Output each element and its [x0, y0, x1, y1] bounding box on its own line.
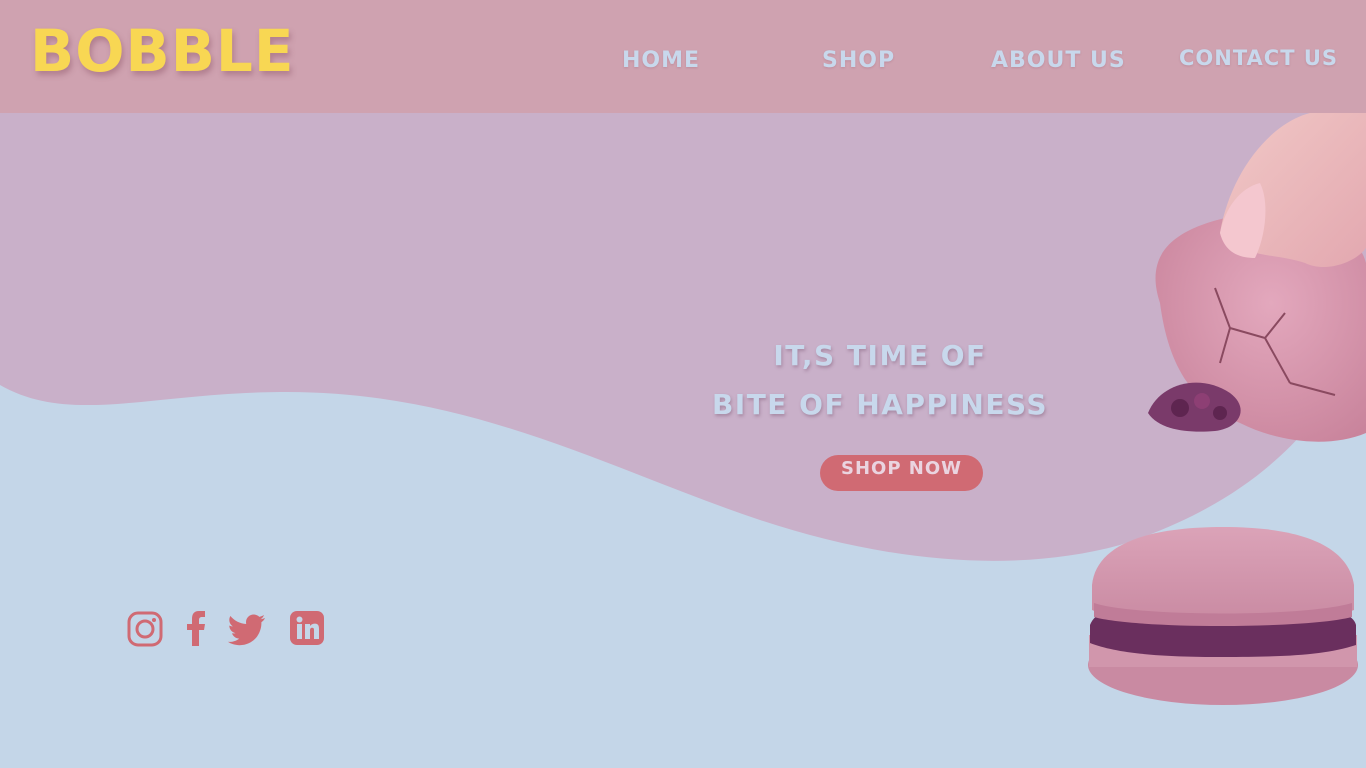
nav-shop[interactable]: SHOP — [822, 50, 895, 72]
instagram-icon[interactable] — [127, 610, 163, 648]
nav-home[interactable]: HOME — [622, 50, 700, 72]
nav-about-us[interactable]: ABOUT US — [991, 50, 1126, 72]
brand-logo[interactable]: BOBBLE — [30, 22, 295, 80]
bitten-macaron-image — [1148, 113, 1366, 442]
hero-headline-line1: IT,S TIME OF — [773, 339, 987, 372]
shop-now-button[interactable]: SHOP NOW — [820, 455, 983, 491]
facebook-icon[interactable] — [182, 610, 210, 648]
whole-macaron-image — [1088, 527, 1358, 705]
shop-now-label: SHOP NOW — [840, 458, 962, 479]
hero-headline-line2: BITE OF HAPPINESS — [711, 388, 1049, 421]
nav-contact-us[interactable]: CONTACT US — [1179, 48, 1338, 69]
linkedin-icon[interactable] — [289, 610, 325, 648]
twitter-icon[interactable] — [227, 610, 267, 648]
